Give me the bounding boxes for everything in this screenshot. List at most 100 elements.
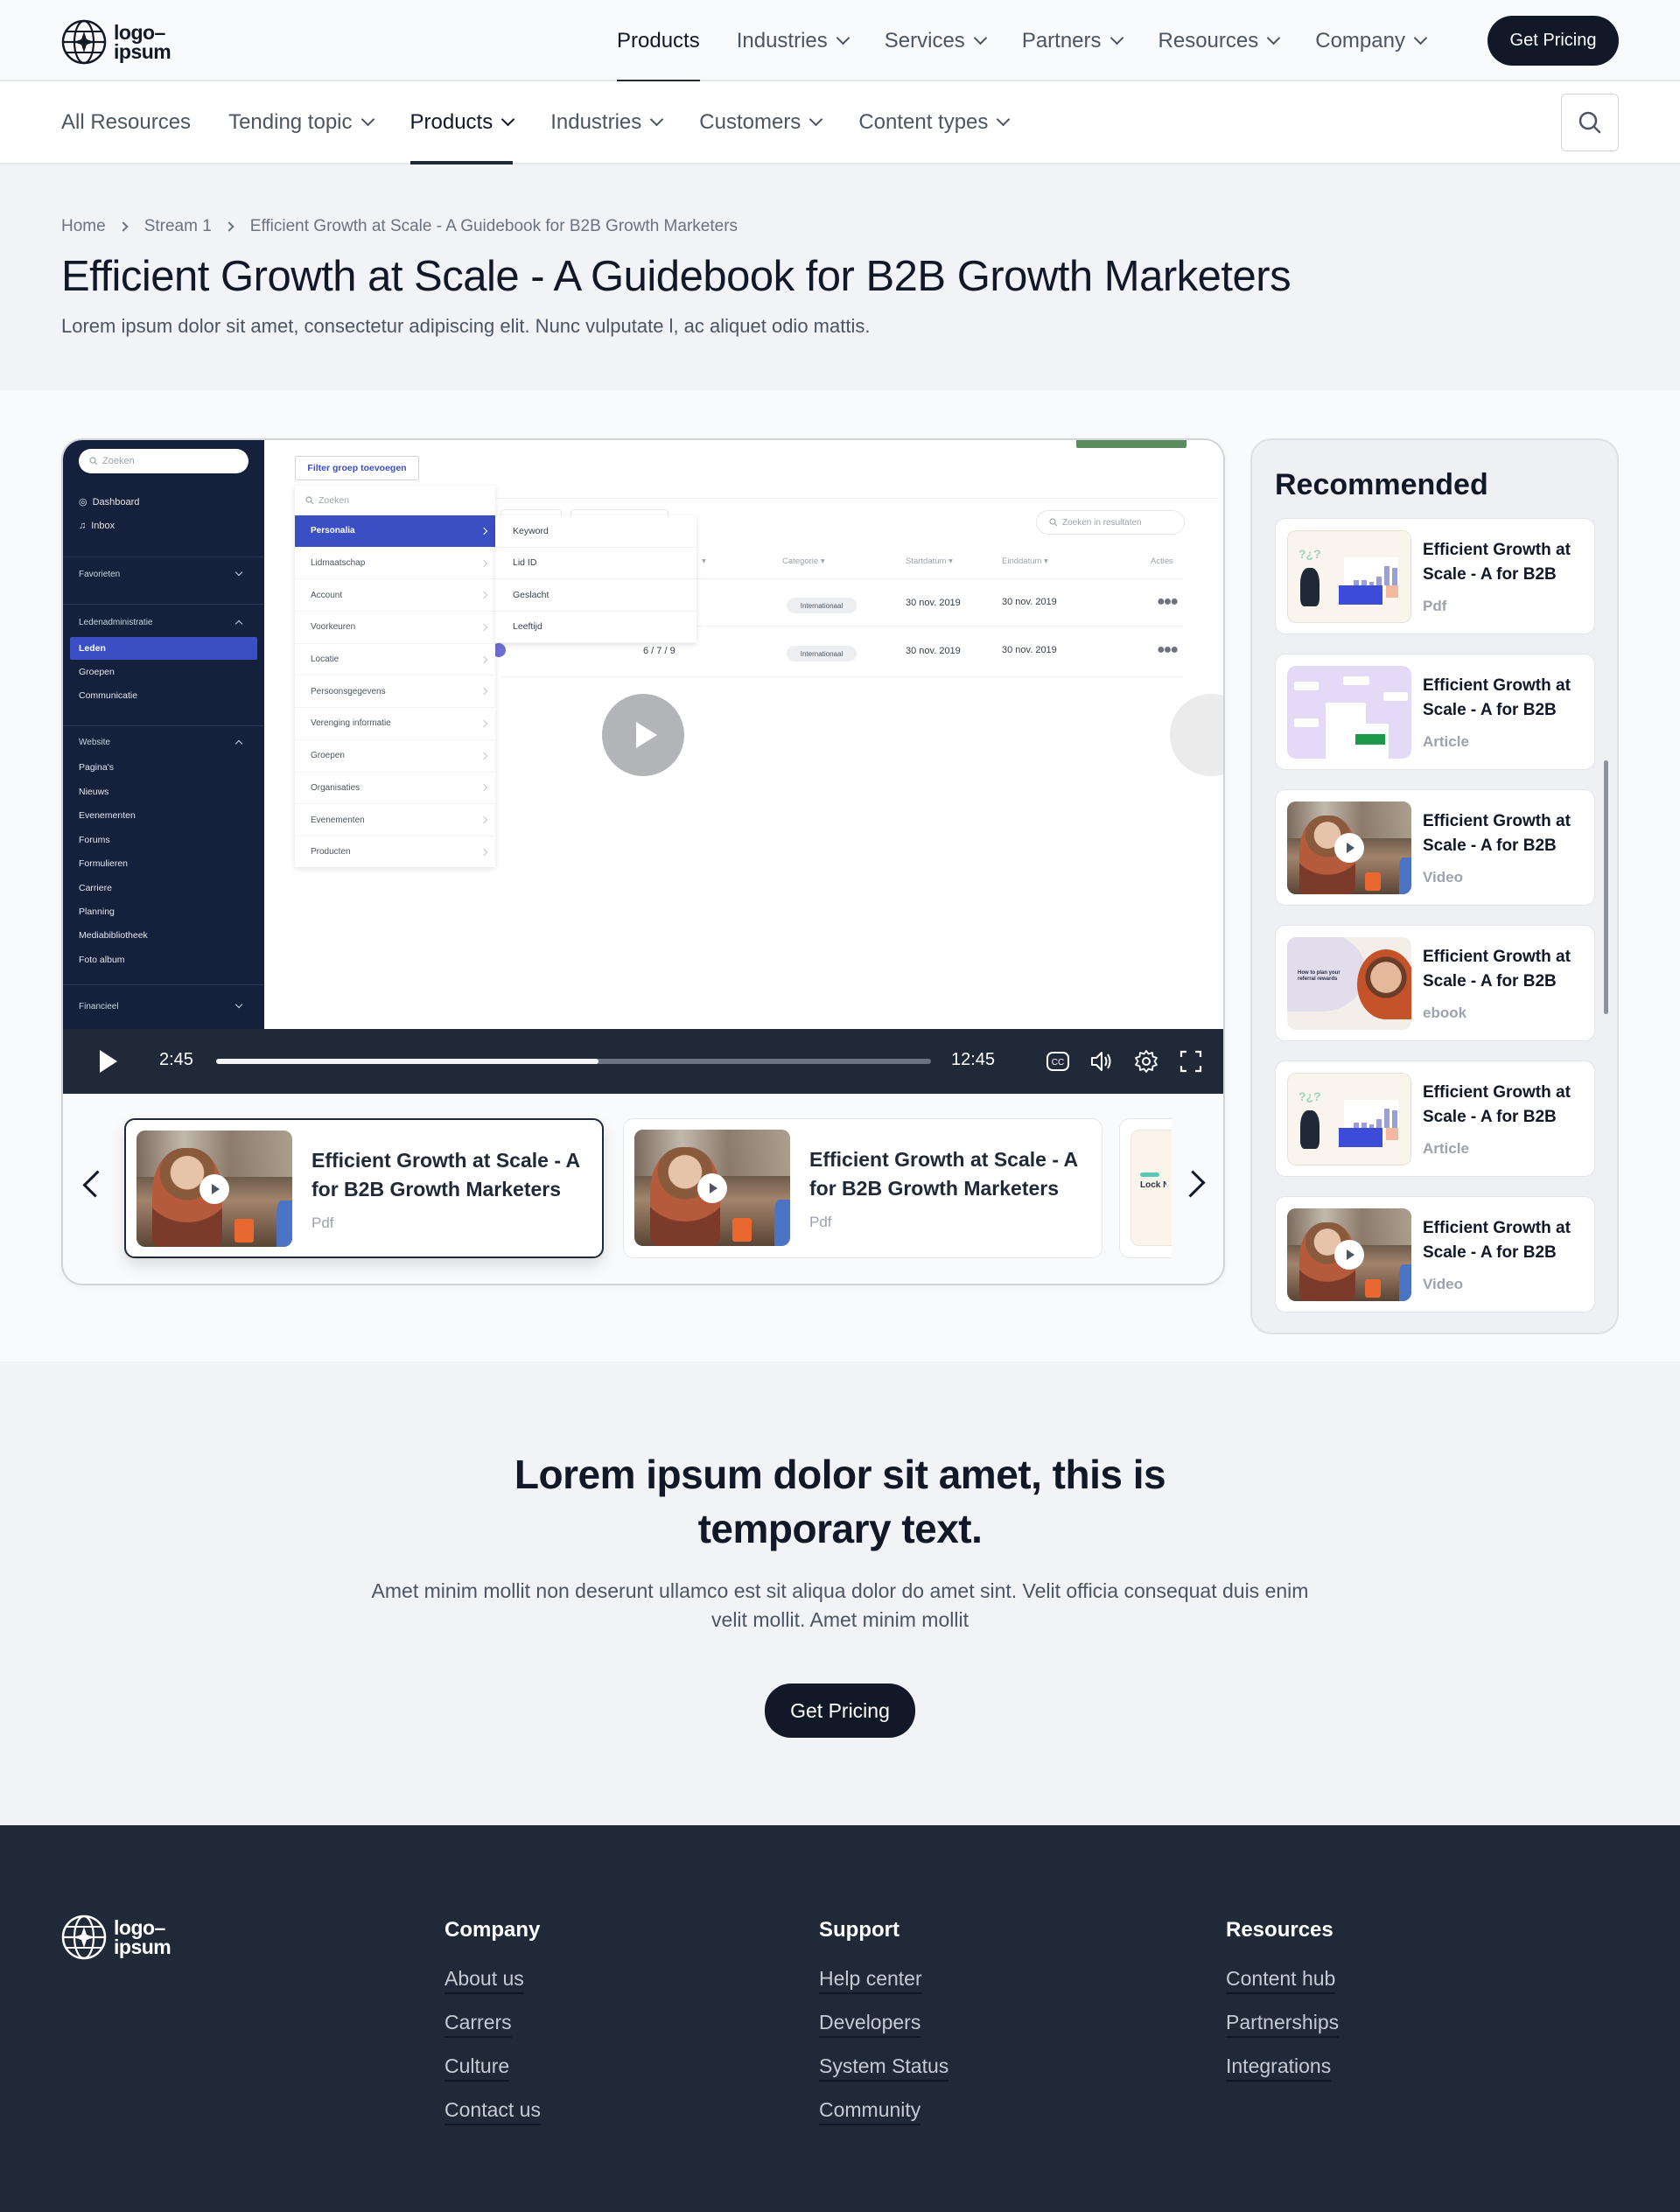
recommended-item[interactable]: ?¿? Efficient Growth at Scale - A for B2… xyxy=(1275,518,1595,634)
get-pricing-button[interactable]: Get Pricing xyxy=(765,1684,915,1738)
menu-item: Account xyxy=(295,579,495,612)
chevron-down-icon xyxy=(234,1000,243,1009)
category-pill: Internationaal xyxy=(787,598,857,613)
nav-company[interactable]: Company xyxy=(1315,0,1428,81)
progress-bar[interactable] xyxy=(216,1059,931,1064)
footer-link[interactable]: Partnerships xyxy=(1226,2011,1340,2038)
recommended-item[interactable]: Efficient Growth at Scale - A for B2B Ar… xyxy=(1275,654,1595,770)
subnav-products[interactable]: Products xyxy=(410,81,515,164)
menu-item: Producten xyxy=(295,836,495,869)
subnav-all-resources[interactable]: All Resources xyxy=(61,81,191,163)
playlist-item-type: Pdf xyxy=(809,1214,832,1230)
playlist-item-title: Efficient Growth at Scale - A for B2B Gr… xyxy=(809,1148,1078,1200)
group-label: Financieel xyxy=(79,1002,119,1012)
footer-link[interactable]: Help center xyxy=(819,1967,922,1994)
subnav-menu: All Resources Tending topic Products Ind… xyxy=(61,81,1046,164)
playlist-item-title: Efficient Growth at Scale - A for B2B Gr… xyxy=(312,1149,580,1200)
playlist-item[interactable]: Efficient Growth at Scale - A for B2B Gr… xyxy=(623,1118,1102,1258)
thumbnail-text: Lock New Cont xyxy=(1140,1180,1166,1190)
page-subtitle: Lorem ipsum dolor sit amet, consectetur … xyxy=(61,315,871,337)
subnav-industries[interactable]: Industries xyxy=(550,81,664,163)
settings-button[interactable] xyxy=(1133,1048,1159,1074)
recommended-item[interactable]: Efficient Growth at Scale - A for B2B Vi… xyxy=(1275,1196,1595,1312)
search-button[interactable] xyxy=(1561,94,1619,151)
get-pricing-button[interactable]: Get Pricing xyxy=(1488,16,1619,66)
video-frame[interactable]: Zoeken ◎ Dashboard ♫ Inbox Favorieten Lede… xyxy=(63,440,1223,1029)
subnav-content-types[interactable]: Content types xyxy=(858,81,1011,163)
subnav-trending-topic[interactable]: Tending topic xyxy=(228,81,374,163)
footer-column-company: Company About us Carrers Culture Contact… xyxy=(444,1918,541,2142)
carousel-next-button[interactable] xyxy=(1178,1162,1209,1206)
search-icon xyxy=(1049,518,1058,527)
footer-link[interactable]: Carrers xyxy=(444,2011,512,2038)
footer-link[interactable]: System Status xyxy=(819,2054,949,2082)
menu-item: Lidmaatschap xyxy=(295,548,495,580)
footer-link[interactable]: Contact us xyxy=(444,2098,541,2125)
divider xyxy=(63,984,264,985)
main-menu: Products Industries Services Partners Re… xyxy=(617,0,1462,83)
subnav-label: Customers xyxy=(699,109,802,134)
chevron-right-icon xyxy=(480,848,488,856)
thumbnail xyxy=(136,1130,292,1247)
captions-button[interactable]: CC xyxy=(1045,1048,1071,1074)
app-group-website: Website xyxy=(79,738,248,748)
logo-line-2: ipsum xyxy=(114,1936,172,1958)
app-link: Pagina's xyxy=(79,762,114,773)
carousel-prev-button[interactable] xyxy=(79,1162,110,1206)
app-group-favorieten: Favorieten xyxy=(79,568,248,579)
footer-link[interactable]: About us xyxy=(444,1967,524,1994)
subnav-label: Content types xyxy=(858,109,989,134)
cta-section: Lorem ipsum dolor sit amet, this is temp… xyxy=(0,1362,1680,1825)
recommended-scrollbar[interactable] xyxy=(1604,760,1608,1014)
breadcrumb-stream[interactable]: Stream 1 xyxy=(144,217,212,236)
nav-industries[interactable]: Industries xyxy=(737,0,850,81)
fullscreen-button[interactable] xyxy=(1178,1048,1204,1074)
more-actions-icon: ●●● xyxy=(1157,642,1179,657)
footer-link[interactable]: Community xyxy=(819,2098,921,2125)
menu-item-label: Lidmaatschap xyxy=(311,558,366,569)
menu-item: Voorkeuren xyxy=(295,612,495,644)
breadcrumb-current: Efficient Growth at Scale - A Guidebook … xyxy=(249,217,738,235)
volume-button[interactable] xyxy=(1088,1048,1115,1074)
play-button[interactable] xyxy=(100,1050,117,1073)
thumbnail xyxy=(1287,1208,1411,1301)
video-play-overlay-button[interactable] xyxy=(602,694,684,776)
footer-link[interactable]: Developers xyxy=(819,2011,921,2038)
column-label: Startdatum xyxy=(906,556,947,566)
app-nav-label: Inbox xyxy=(91,521,116,531)
nav-products[interactable]: Products xyxy=(617,0,700,83)
app-search-placeholder: Zoeken xyxy=(102,456,135,466)
footer-link[interactable]: Integrations xyxy=(1226,2054,1332,2082)
chevron-right-icon xyxy=(480,591,488,599)
nav-partners[interactable]: Partners xyxy=(1022,0,1124,81)
start-date: 30 nov. 2019 xyxy=(906,598,961,608)
playlist-carousel: Efficient Growth at Scale - A for B2B Gr… xyxy=(63,1094,1223,1284)
divider xyxy=(63,604,264,605)
menu-item-label: Evenementen xyxy=(311,815,365,825)
app-link: Forums xyxy=(79,835,110,845)
row-id: 6 / 7 / 9 xyxy=(643,646,676,656)
footer-link[interactable]: Content hub xyxy=(1226,1967,1336,1994)
footer-logo[interactable]: logo– ipsum xyxy=(61,1914,172,1960)
search-icon xyxy=(305,496,314,505)
nav-services[interactable]: Services xyxy=(885,0,988,81)
chevron-right-icon xyxy=(480,527,488,536)
breadcrumb-home[interactable]: Home xyxy=(61,217,106,236)
logo[interactable]: logo– ipsum xyxy=(61,19,172,65)
logo-text: logo– ipsum xyxy=(114,23,172,62)
ebook-cover-text: How to plan your referral rewards xyxy=(1298,970,1340,982)
nav-resources[interactable]: Resources xyxy=(1158,0,1281,81)
footer-link[interactable]: Culture xyxy=(444,2054,510,2082)
recommended-item[interactable]: Efficient Growth at Scale - A for B2B Vi… xyxy=(1275,789,1595,906)
recommended-title: Recommended xyxy=(1275,468,1488,501)
app-nav-label: Dashboard xyxy=(92,496,140,508)
playlist-item-partial[interactable]: Lock New Cont xyxy=(1119,1118,1172,1258)
recommended-item[interactable]: ?¿? Efficient Growth at Scale - A for B2… xyxy=(1275,1060,1595,1177)
playlist-item[interactable]: Efficient Growth at Scale - A for B2B Gr… xyxy=(124,1118,604,1258)
play-icon xyxy=(200,1173,229,1204)
submenu-item: Leeftijd xyxy=(495,612,696,643)
chevron-up-icon xyxy=(234,739,243,748)
subnav-customers[interactable]: Customers xyxy=(699,81,823,163)
divider xyxy=(63,725,264,726)
recommended-item[interactable]: How to plan your referral rewards Effici… xyxy=(1275,925,1595,1041)
